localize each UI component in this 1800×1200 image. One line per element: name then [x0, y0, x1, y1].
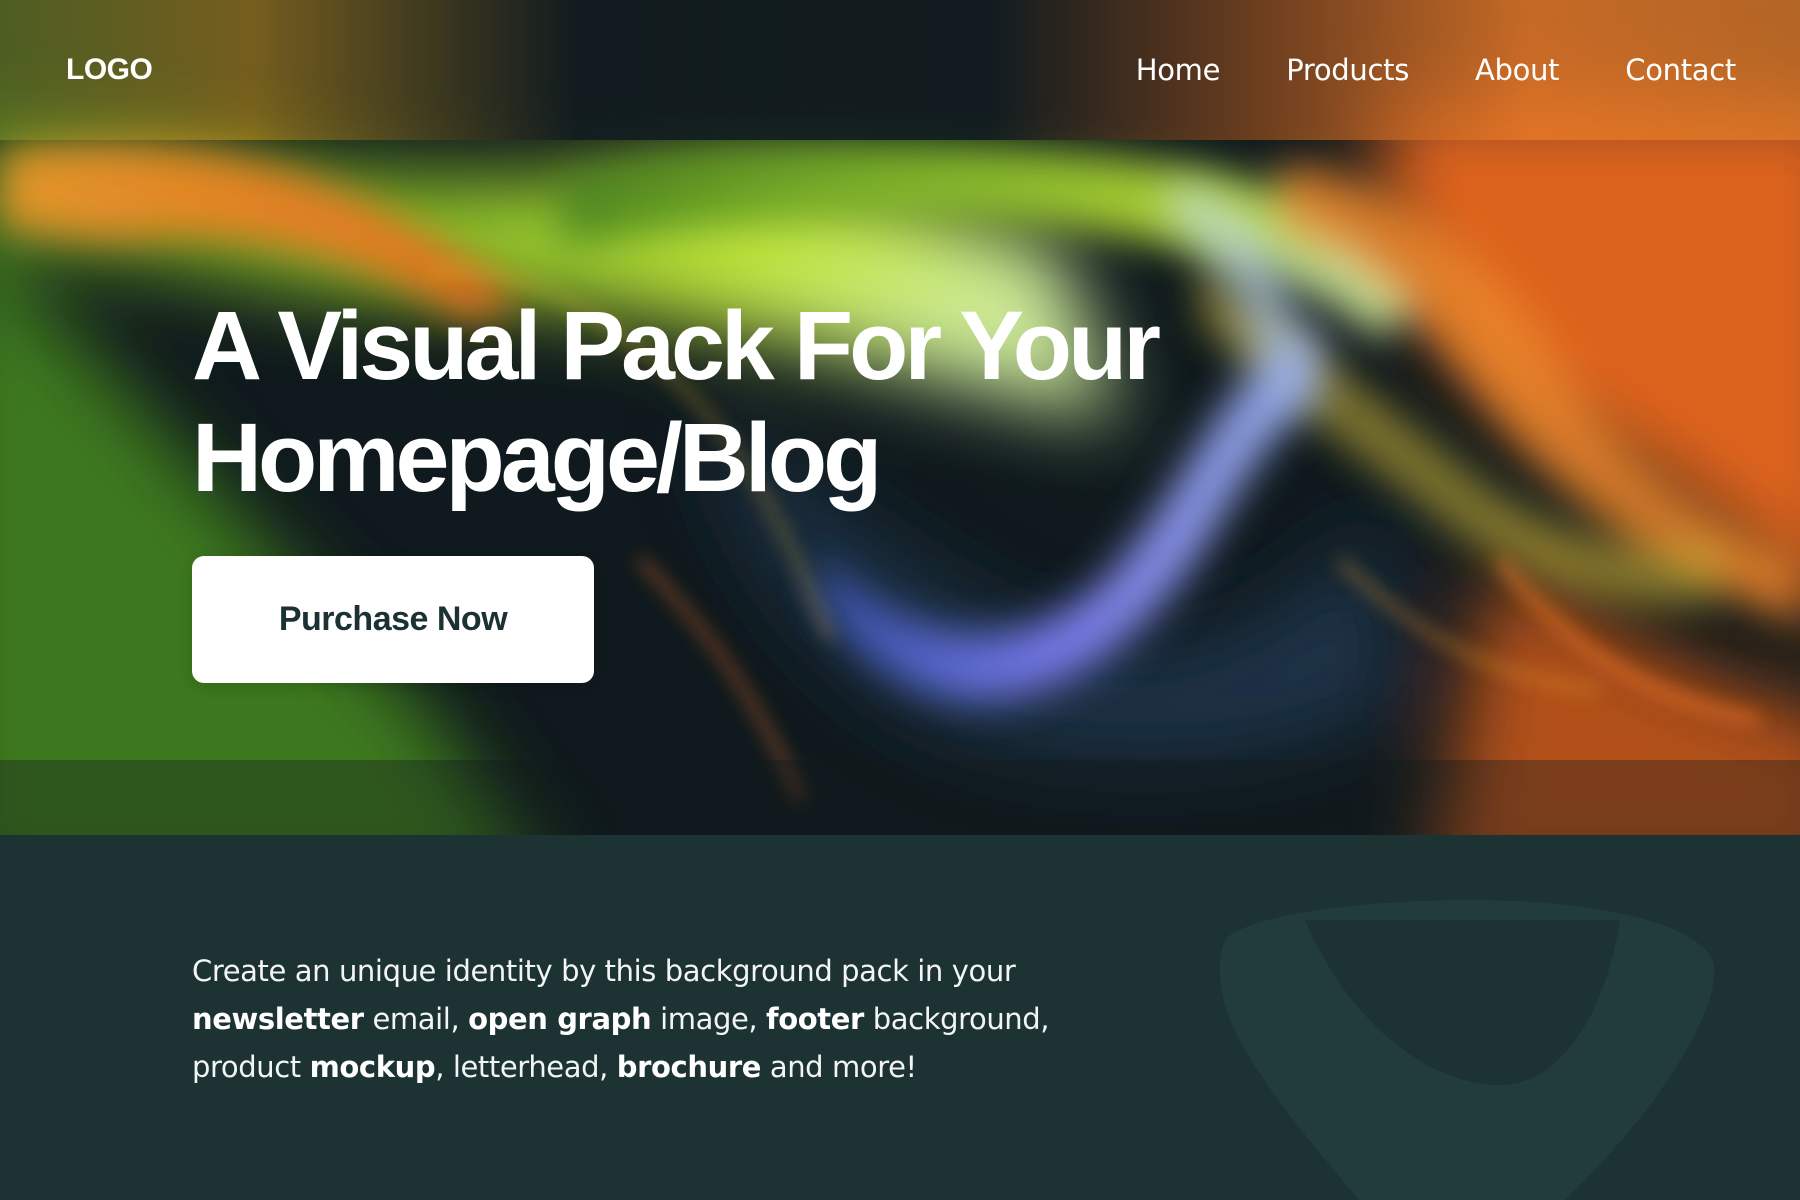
description-keyword: newsletter	[192, 1002, 364, 1036]
hero-title-line-2: Homepage/Blog	[192, 403, 882, 512]
nav-link-about[interactable]: About	[1475, 50, 1560, 90]
main-nav: Home Products About Contact	[1136, 50, 1737, 90]
logo[interactable]: LOGO	[66, 52, 153, 88]
description-keyword: mockup	[309, 1050, 436, 1084]
landing-page: LOGO Home Products About Contact A Visua…	[0, 0, 1800, 1200]
description-text: Create an unique identity by this backgr…	[192, 954, 1016, 988]
info-section: Create an unique identity by this backgr…	[0, 835, 1800, 1200]
nav-link-contact[interactable]: Contact	[1625, 50, 1736, 90]
brand-mark-watermark-icon	[1219, 900, 1715, 1200]
description-keyword: brochure	[616, 1050, 762, 1084]
description-text: and more!	[761, 1050, 917, 1084]
nav-link-products[interactable]: Products	[1286, 50, 1409, 90]
hero-title-line-1: A Visual Pack For Your	[192, 291, 1161, 400]
description-text: image,	[651, 1002, 767, 1036]
description-text: email,	[363, 1002, 469, 1036]
description-keyword: footer	[766, 1002, 864, 1036]
navbar: LOGO Home Products About Contact	[0, 0, 1800, 140]
purchase-now-button[interactable]: Purchase Now	[192, 556, 594, 683]
hero-section: LOGO Home Products About Contact A Visua…	[0, 0, 1800, 835]
info-description: Create an unique identity by this backgr…	[192, 947, 1152, 1091]
nav-link-home[interactable]: Home	[1136, 50, 1221, 90]
description-text: , letterhead,	[435, 1050, 617, 1084]
hero-title: A Visual Pack For Your Homepage/Blog	[192, 290, 1192, 514]
description-keyword: open graph	[468, 1002, 652, 1036]
